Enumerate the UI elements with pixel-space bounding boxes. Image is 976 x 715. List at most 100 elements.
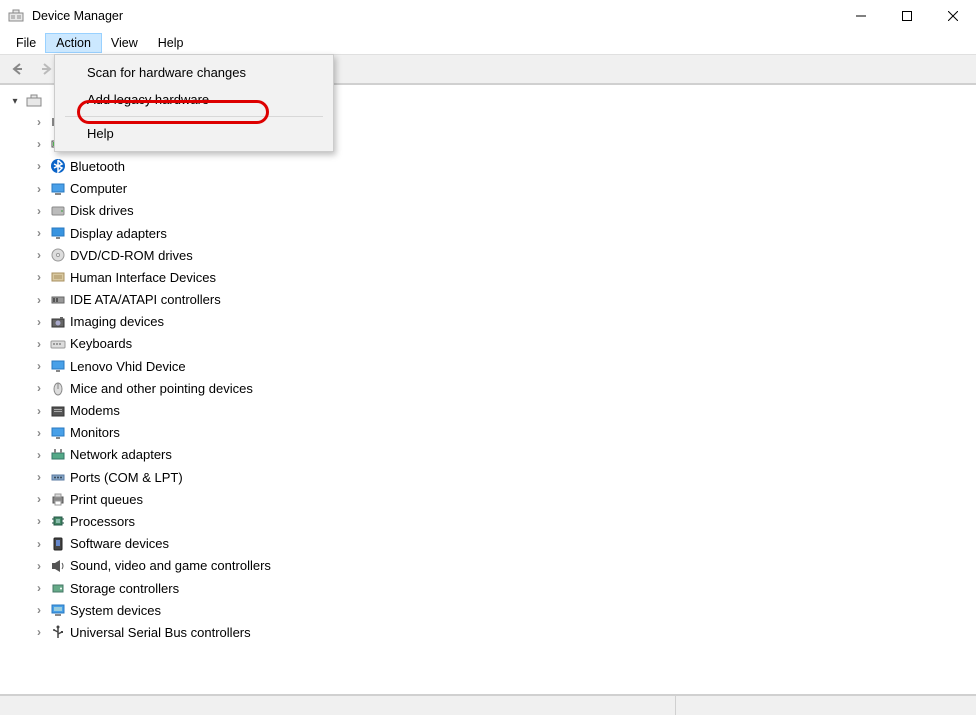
caret-icon[interactable] (32, 426, 46, 440)
status-right (676, 696, 976, 715)
tree-item-label: Processors (70, 514, 135, 529)
tree-item[interactable]: Ports (COM & LPT) (32, 466, 968, 488)
menu-scan-hardware[interactable]: Scan for hardware changes (57, 59, 331, 86)
tree-item-label: Bluetooth (70, 159, 125, 174)
tree-item[interactable]: Keyboards (32, 333, 968, 355)
tree-item-label: Universal Serial Bus controllers (70, 625, 251, 640)
tree-item-label: Ports (COM & LPT) (70, 470, 183, 485)
caret-icon[interactable] (32, 159, 46, 173)
menu-separator (65, 116, 323, 117)
tree-item[interactable]: Imaging devices (32, 311, 968, 333)
caret-icon[interactable] (32, 625, 46, 639)
dvd-icon (50, 247, 66, 263)
window-title: Device Manager (32, 9, 123, 23)
tree-item[interactable]: Lenovo Vhid Device (32, 355, 968, 377)
menu-action[interactable]: Action (46, 34, 101, 52)
back-button[interactable] (6, 57, 30, 81)
display-icon (50, 225, 66, 241)
tree-item[interactable]: Network adapters (32, 444, 968, 466)
statusbar (0, 695, 976, 715)
monitor-icon (50, 358, 66, 374)
menubar: File Action View Help (0, 32, 976, 54)
usb-icon (50, 624, 66, 640)
tree-item[interactable]: IDE ATA/ATAPI controllers (32, 289, 968, 311)
monitor-icon (50, 425, 66, 441)
caret-icon[interactable] (32, 581, 46, 595)
caret-icon[interactable] (32, 248, 46, 262)
close-button[interactable] (930, 0, 976, 32)
caret-icon[interactable] (32, 226, 46, 240)
caret-icon[interactable] (32, 115, 46, 129)
tree-item-label: Display adapters (70, 226, 167, 241)
tree-item-label: Monitors (70, 425, 120, 440)
printer-icon (50, 491, 66, 507)
maximize-button[interactable] (884, 0, 930, 32)
caret-icon[interactable] (32, 381, 46, 395)
tree-item[interactable]: Mice and other pointing devices (32, 377, 968, 399)
tree-item-label: Sound, video and game controllers (70, 558, 271, 573)
status-left (0, 696, 676, 715)
caret-icon[interactable] (32, 559, 46, 573)
caret-icon[interactable] (32, 470, 46, 484)
system-icon (50, 602, 66, 618)
hid-icon (50, 269, 66, 285)
tree-item[interactable]: Software devices (32, 533, 968, 555)
storage-icon (50, 580, 66, 596)
menu-help-item[interactable]: Help (57, 120, 331, 147)
caret-icon[interactable] (32, 315, 46, 329)
tree-item[interactable]: Processors (32, 510, 968, 532)
tree-item-label: Print queues (70, 492, 143, 507)
device-tree: Bluetooth Computer Disk drives Display adap… (0, 84, 976, 695)
tree-item-label: Human Interface Devices (70, 270, 216, 285)
menu-view[interactable]: View (101, 34, 148, 52)
computer-root-icon (26, 93, 42, 109)
caret-icon[interactable] (32, 359, 46, 373)
modem-icon (50, 403, 66, 419)
tree-item[interactable]: System devices (32, 599, 968, 621)
network-icon (50, 447, 66, 463)
tree-item-label: Mice and other pointing devices (70, 381, 253, 396)
caret-icon[interactable] (32, 492, 46, 506)
caret-icon[interactable] (32, 270, 46, 284)
caret-icon[interactable] (32, 603, 46, 617)
caret-icon[interactable] (32, 514, 46, 528)
tree-item[interactable]: Bluetooth (32, 155, 968, 177)
processor-icon (50, 513, 66, 529)
caret-icon[interactable] (32, 293, 46, 307)
menu-file[interactable]: File (6, 34, 46, 52)
tree-item[interactable]: Display adapters (32, 222, 968, 244)
menu-help[interactable]: Help (148, 34, 194, 52)
caret-icon[interactable] (32, 182, 46, 196)
tree-item-label: Keyboards (70, 336, 132, 351)
tree-item-label: Storage controllers (70, 581, 179, 596)
tree-item-label: System devices (70, 603, 161, 618)
tree-item-label: Software devices (70, 536, 169, 551)
tree-item[interactable]: Monitors (32, 422, 968, 444)
caret-icon[interactable] (32, 404, 46, 418)
tree-item[interactable]: Storage controllers (32, 577, 968, 599)
tree-item[interactable]: Print queues (32, 488, 968, 510)
tree-item-label: Computer (70, 181, 127, 196)
caret-icon[interactable] (32, 537, 46, 551)
tree-item-label: Lenovo Vhid Device (70, 359, 186, 374)
tree-item[interactable]: Human Interface Devices (32, 266, 968, 288)
caret-icon[interactable] (32, 337, 46, 351)
minimize-button[interactable] (838, 0, 884, 32)
tree-item[interactable]: Modems (32, 399, 968, 421)
tree-item-label: DVD/CD-ROM drives (70, 248, 193, 263)
caret-icon[interactable] (32, 137, 46, 151)
menu-add-legacy[interactable]: Add legacy hardware (57, 86, 331, 113)
tree-item-label: Disk drives (70, 203, 134, 218)
tree-item[interactable]: Disk drives (32, 200, 968, 222)
tree-item[interactable]: Sound, video and game controllers (32, 555, 968, 577)
disk-icon (50, 203, 66, 219)
tree-item[interactable]: DVD/CD-ROM drives (32, 244, 968, 266)
tree-item[interactable]: Universal Serial Bus controllers (32, 621, 968, 643)
tree-item[interactable]: Computer (32, 178, 968, 200)
software-icon (50, 536, 66, 552)
caret-icon[interactable] (8, 96, 22, 107)
caret-icon[interactable] (32, 448, 46, 462)
tree-item-label: Modems (70, 403, 120, 418)
app-icon (8, 8, 24, 24)
caret-icon[interactable] (32, 204, 46, 218)
